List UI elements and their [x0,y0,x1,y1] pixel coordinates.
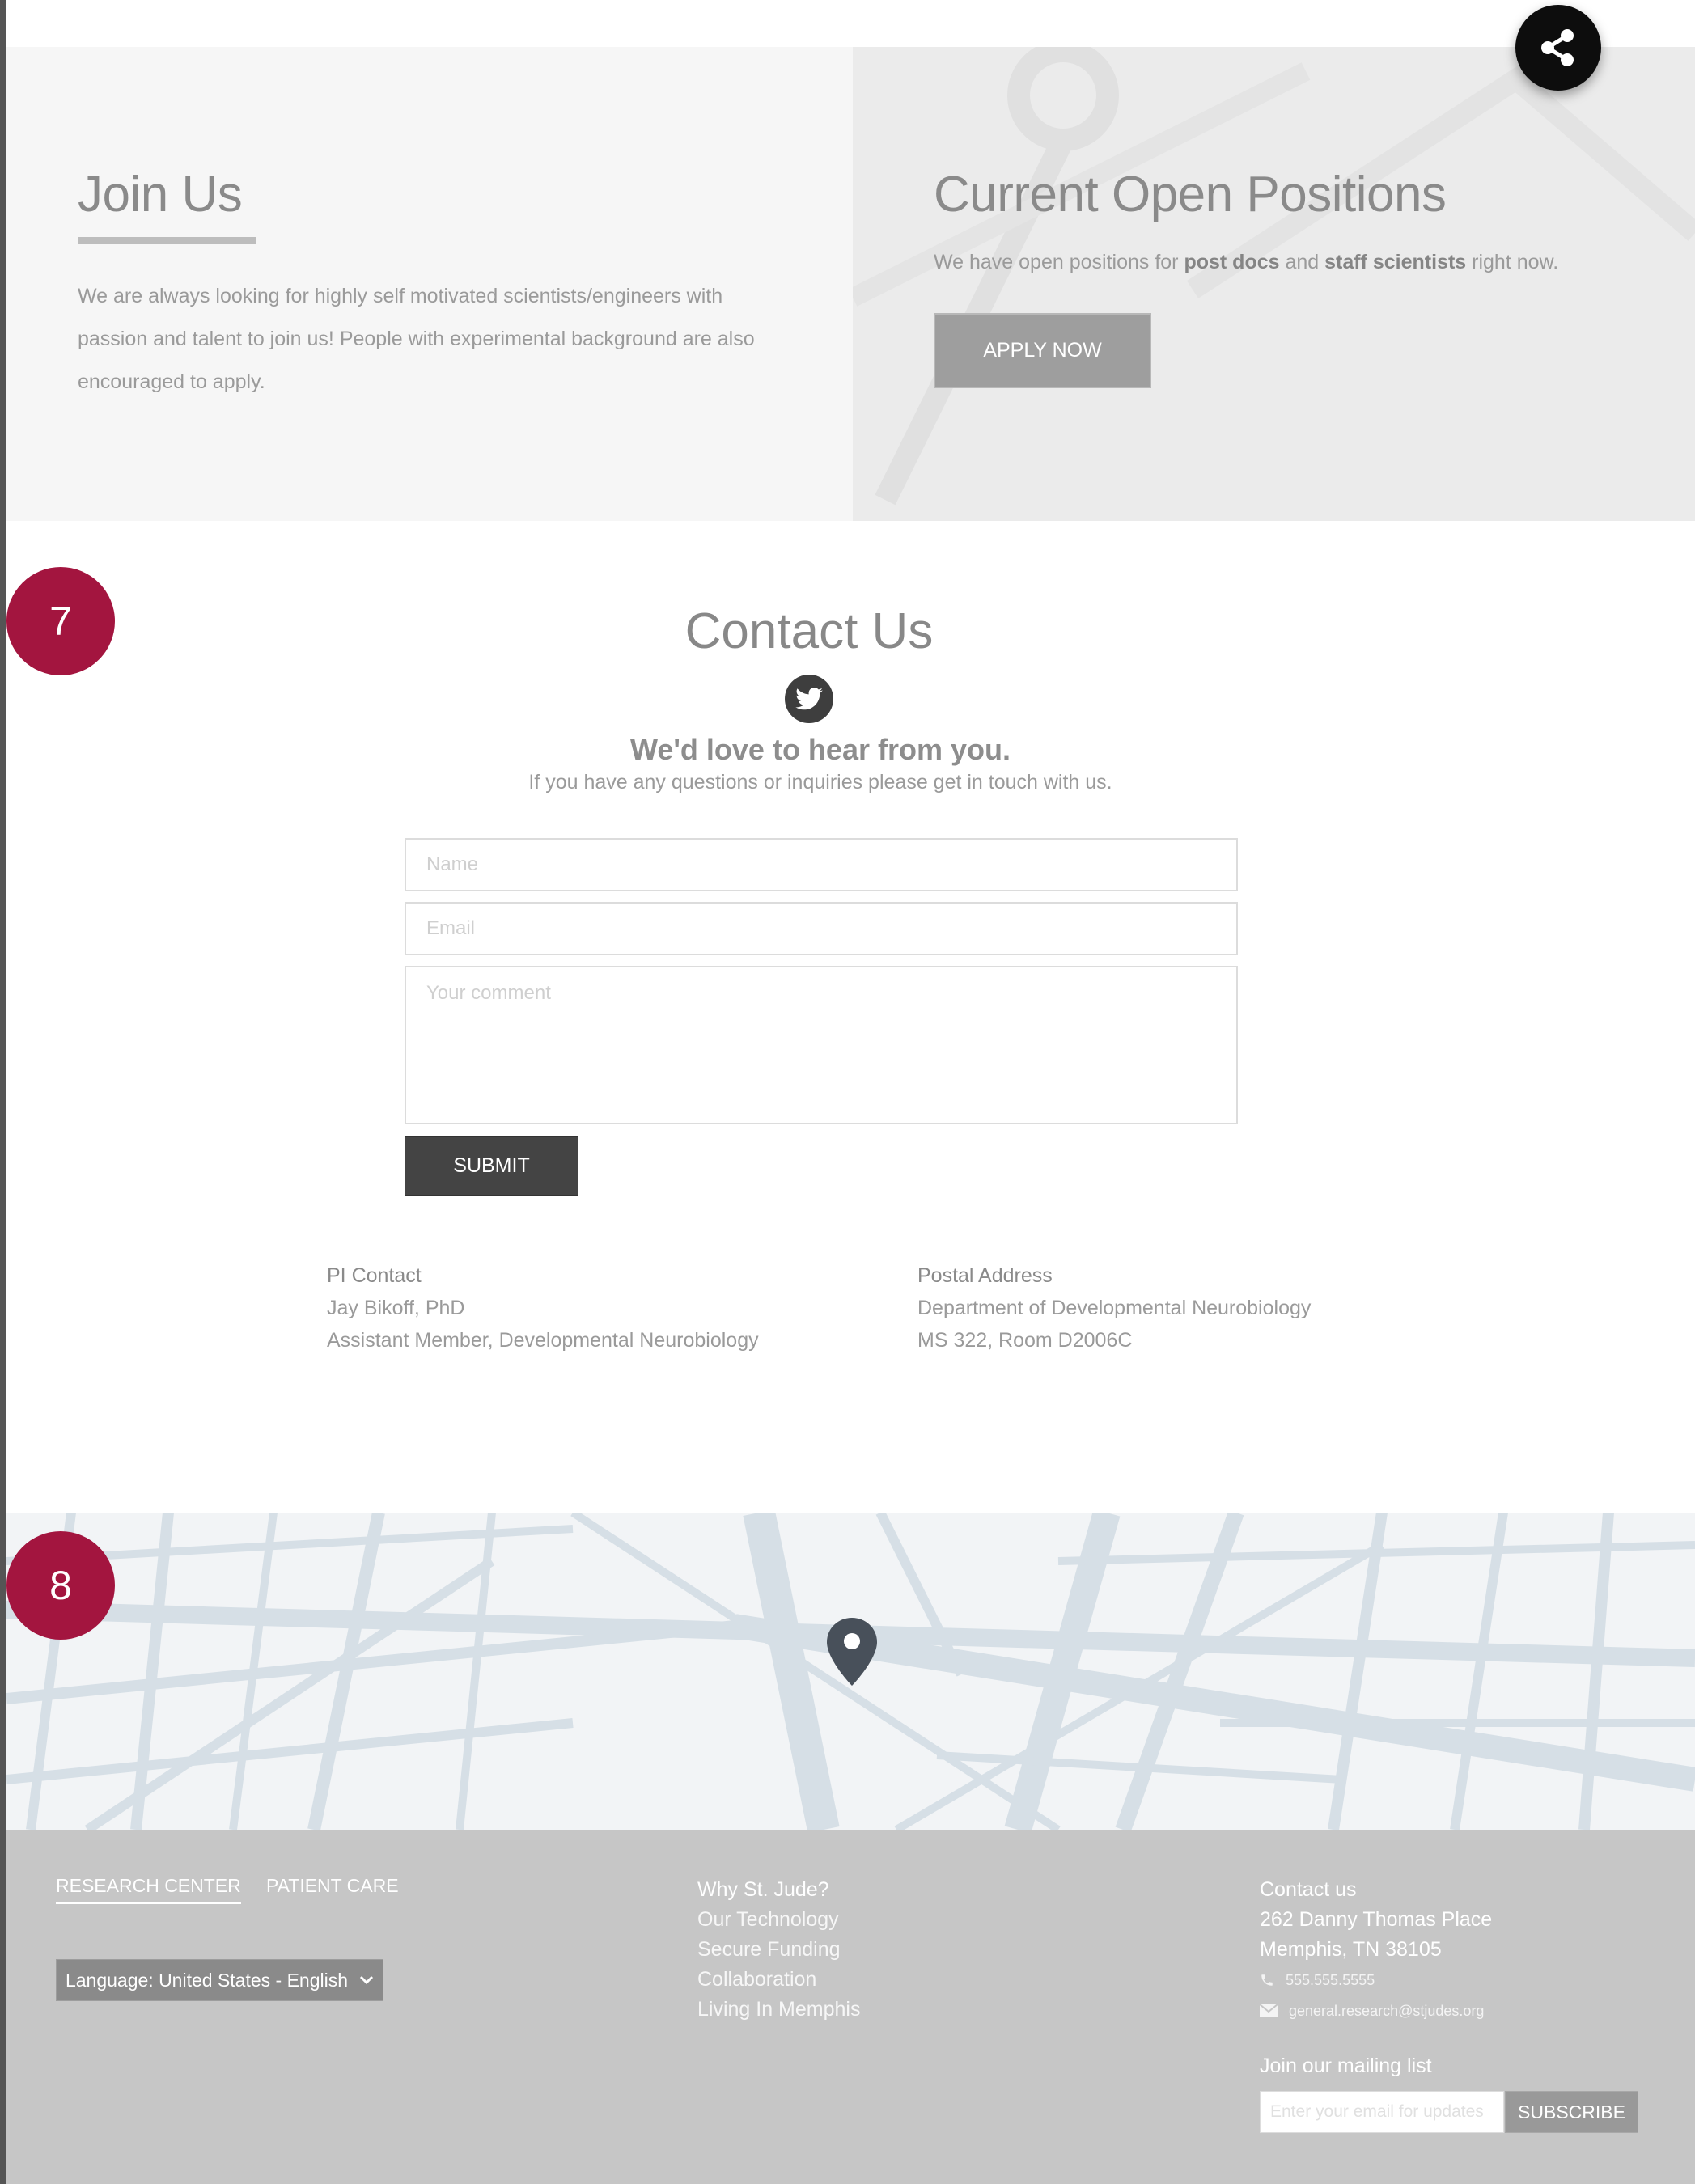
left-border [0,0,6,2184]
share-icon [1541,29,1574,66]
footer-address-1: 262 Danny Thomas Place [1260,1908,1493,1931]
link-living-in-memphis[interactable]: Living In Memphis [697,1995,860,2025]
join-us-title: Join Us [78,167,243,222]
open-positions-title: Current Open Positions [934,167,1447,222]
join-us-description: We are always looking for highly self mo… [78,285,755,393]
chevron-down-icon [359,1975,374,1985]
positions-staff-scientists: staff scientists [1324,251,1467,273]
location-pin-shape [827,1618,877,1686]
title-underline [78,237,256,244]
mailing-list-title: Join our mailing list [1260,2055,1432,2077]
link-our-technology[interactable]: Our Technology [697,1905,860,1935]
background-pin-graphic [853,47,1695,506]
open-positions-description: We have open positions for post docs and… [934,251,1558,274]
positions-text-mid: and [1279,251,1325,273]
comment-textarea[interactable] [405,966,1238,1124]
share-button[interactable] [1515,5,1601,91]
twitter-icon [795,688,823,710]
footer-email: general.research@stjudes.org [1289,2003,1485,2019]
why-st-jude-column: Why St. Jude? Our Technology Secure Fund… [697,1875,860,2025]
postal-line-1: Department of Developmental Neurobiology [917,1297,1312,1319]
open-positions-panel [853,47,1695,521]
language-label: Language: United States - English [65,1969,349,1991]
positions-text-after: right now. [1466,251,1559,273]
footer-contact-title: Contact us [1260,1878,1357,1901]
positions-postdocs: post docs [1184,251,1280,273]
pi-contact-block: PI Contact Jay Bikoff, PhD Assistant Mem… [327,1259,759,1357]
submit-button[interactable]: SUBMIT [405,1136,578,1196]
section-marker-7: 7 [6,567,115,675]
positions-text-before: We have open positions for [934,251,1184,273]
postal-line-2: MS 322, Room D2006C [917,1329,1133,1352]
apply-now-button[interactable]: APPLY NOW [934,313,1151,388]
footer-phone-row[interactable]: 555.555.5555 [1260,1965,1492,1996]
postal-address-heading: Postal Address [917,1264,1053,1287]
footer-address-2: Memphis, TN 38105 [1260,1938,1442,1961]
language-selector[interactable]: Language: United States - English [56,1959,383,2001]
footer-contact-column: Contact us 262 Danny Thomas Place Memphi… [1260,1875,1492,2026]
phone-icon [1261,1974,1273,1986]
why-title: Why St. Jude? [697,1878,829,1901]
twitter-link[interactable] [785,675,833,723]
link-secure-funding[interactable]: Secure Funding [697,1935,860,1965]
pi-role: Assistant Member, Developmental Neurobio… [327,1329,759,1352]
pi-contact-heading: PI Contact [327,1264,422,1287]
footer-phone: 555.555.5555 [1286,1972,1375,1988]
tab-patient-care[interactable]: PATIENT CARE [266,1875,399,1897]
postal-address-block: Postal Address Department of Development… [917,1259,1311,1357]
map-pin-icon[interactable] [827,1618,877,1690]
footer-email-row[interactable]: general.research@stjudes.org [1260,1996,1492,2026]
contact-headline: We'd love to hear from you. [630,733,1011,766]
contact-subline: If you have any questions or inquiries p… [528,771,1112,794]
mail-icon [1260,2004,1278,2017]
section-marker-8: 8 [6,1531,115,1640]
contact-us-title: Contact Us [684,603,934,659]
name-input[interactable] [405,838,1238,891]
subscribe-button[interactable]: SUBSCRIBE [1505,2091,1638,2133]
mailing-email-input[interactable] [1260,2091,1504,2133]
email-input[interactable] [405,902,1238,955]
pi-name: Jay Bikoff, PhD [327,1297,465,1319]
link-collaboration[interactable]: Collaboration [697,1965,860,1995]
tab-research-center[interactable]: RESEARCH CENTER [56,1875,241,1904]
